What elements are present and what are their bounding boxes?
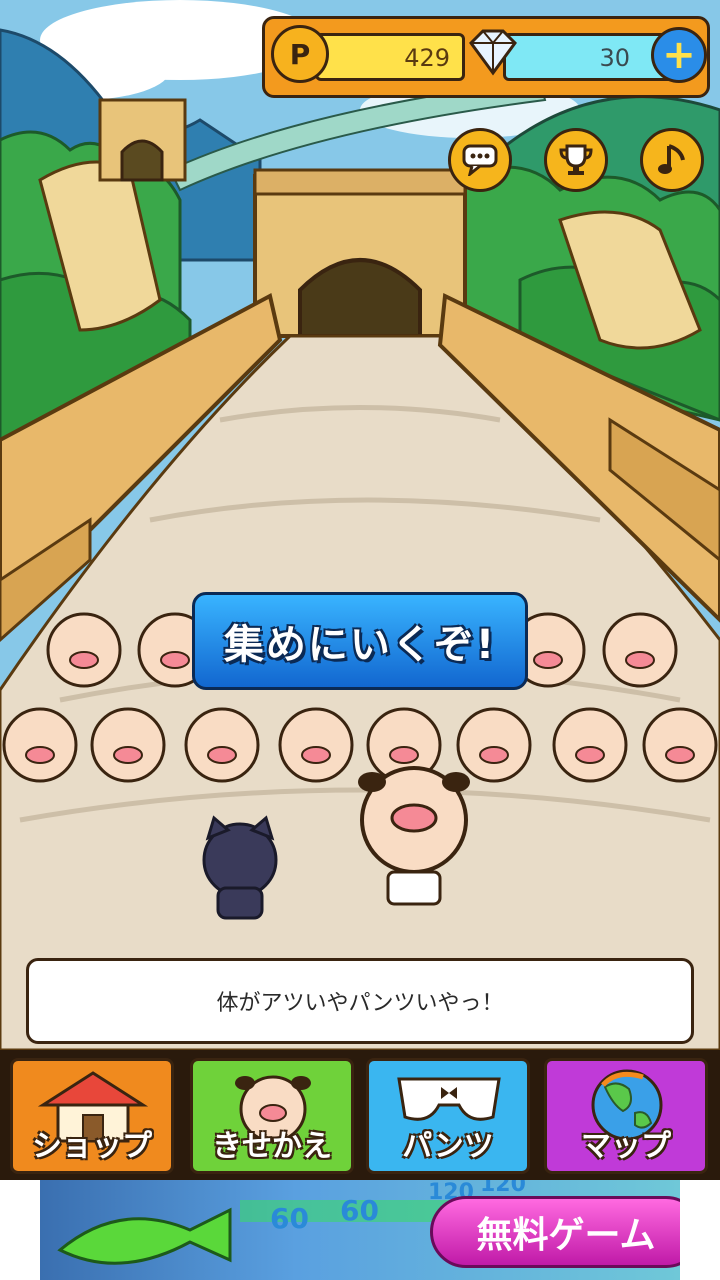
main-menu: ショップ きせかえ パンツ マップ (0, 1050, 720, 1180)
character-crowd (2, 612, 718, 920)
map-button[interactable]: マップ (544, 1058, 708, 1174)
game-scene (0, 0, 720, 1050)
free-game-button[interactable]: 無料ゲーム (430, 1196, 680, 1268)
dress-up-button[interactable]: きせかえ (190, 1058, 354, 1174)
add-gems-button[interactable]: + (651, 27, 707, 83)
chat-button[interactable] (448, 128, 512, 192)
ad-number: 60 (270, 1202, 309, 1235)
dialogue-bubble: 体がアツいやパンツいやっ！ (26, 958, 694, 1044)
diamond-icon (469, 29, 517, 76)
pants-label: パンツ (402, 1129, 494, 1164)
ad-number: 60 (340, 1194, 379, 1227)
music-note-icon (658, 144, 685, 174)
ad-banner[interactable]: 60 60 120 120 無料ゲーム (40, 1180, 680, 1280)
music-button[interactable] (640, 128, 704, 192)
currency-bar: 429 P 30 + (262, 16, 710, 98)
ad-number: 120 (480, 1180, 526, 1197)
go-collect-button[interactable]: 集めにいくぞ! (192, 592, 528, 690)
dress-up-label: きせかえ (212, 1129, 332, 1164)
coin-counter: 429 (315, 33, 465, 81)
pants-button[interactable]: パンツ (366, 1058, 530, 1174)
gem-amount: 30 (599, 44, 630, 72)
map-label: マップ (581, 1129, 671, 1164)
ad-area: 60 60 120 120 無料ゲーム (0, 1180, 720, 1280)
dialogue-text: 体がアツいやパンツいやっ！ (216, 991, 504, 1016)
coin-amount: 429 (404, 44, 450, 72)
coin-icon: P (271, 25, 329, 83)
chat-icon (462, 144, 498, 176)
shop-label: ショップ (32, 1129, 152, 1164)
trophy-button[interactable] (544, 128, 608, 192)
trophy-icon (559, 144, 593, 175)
shop-button[interactable]: ショップ (10, 1058, 174, 1174)
